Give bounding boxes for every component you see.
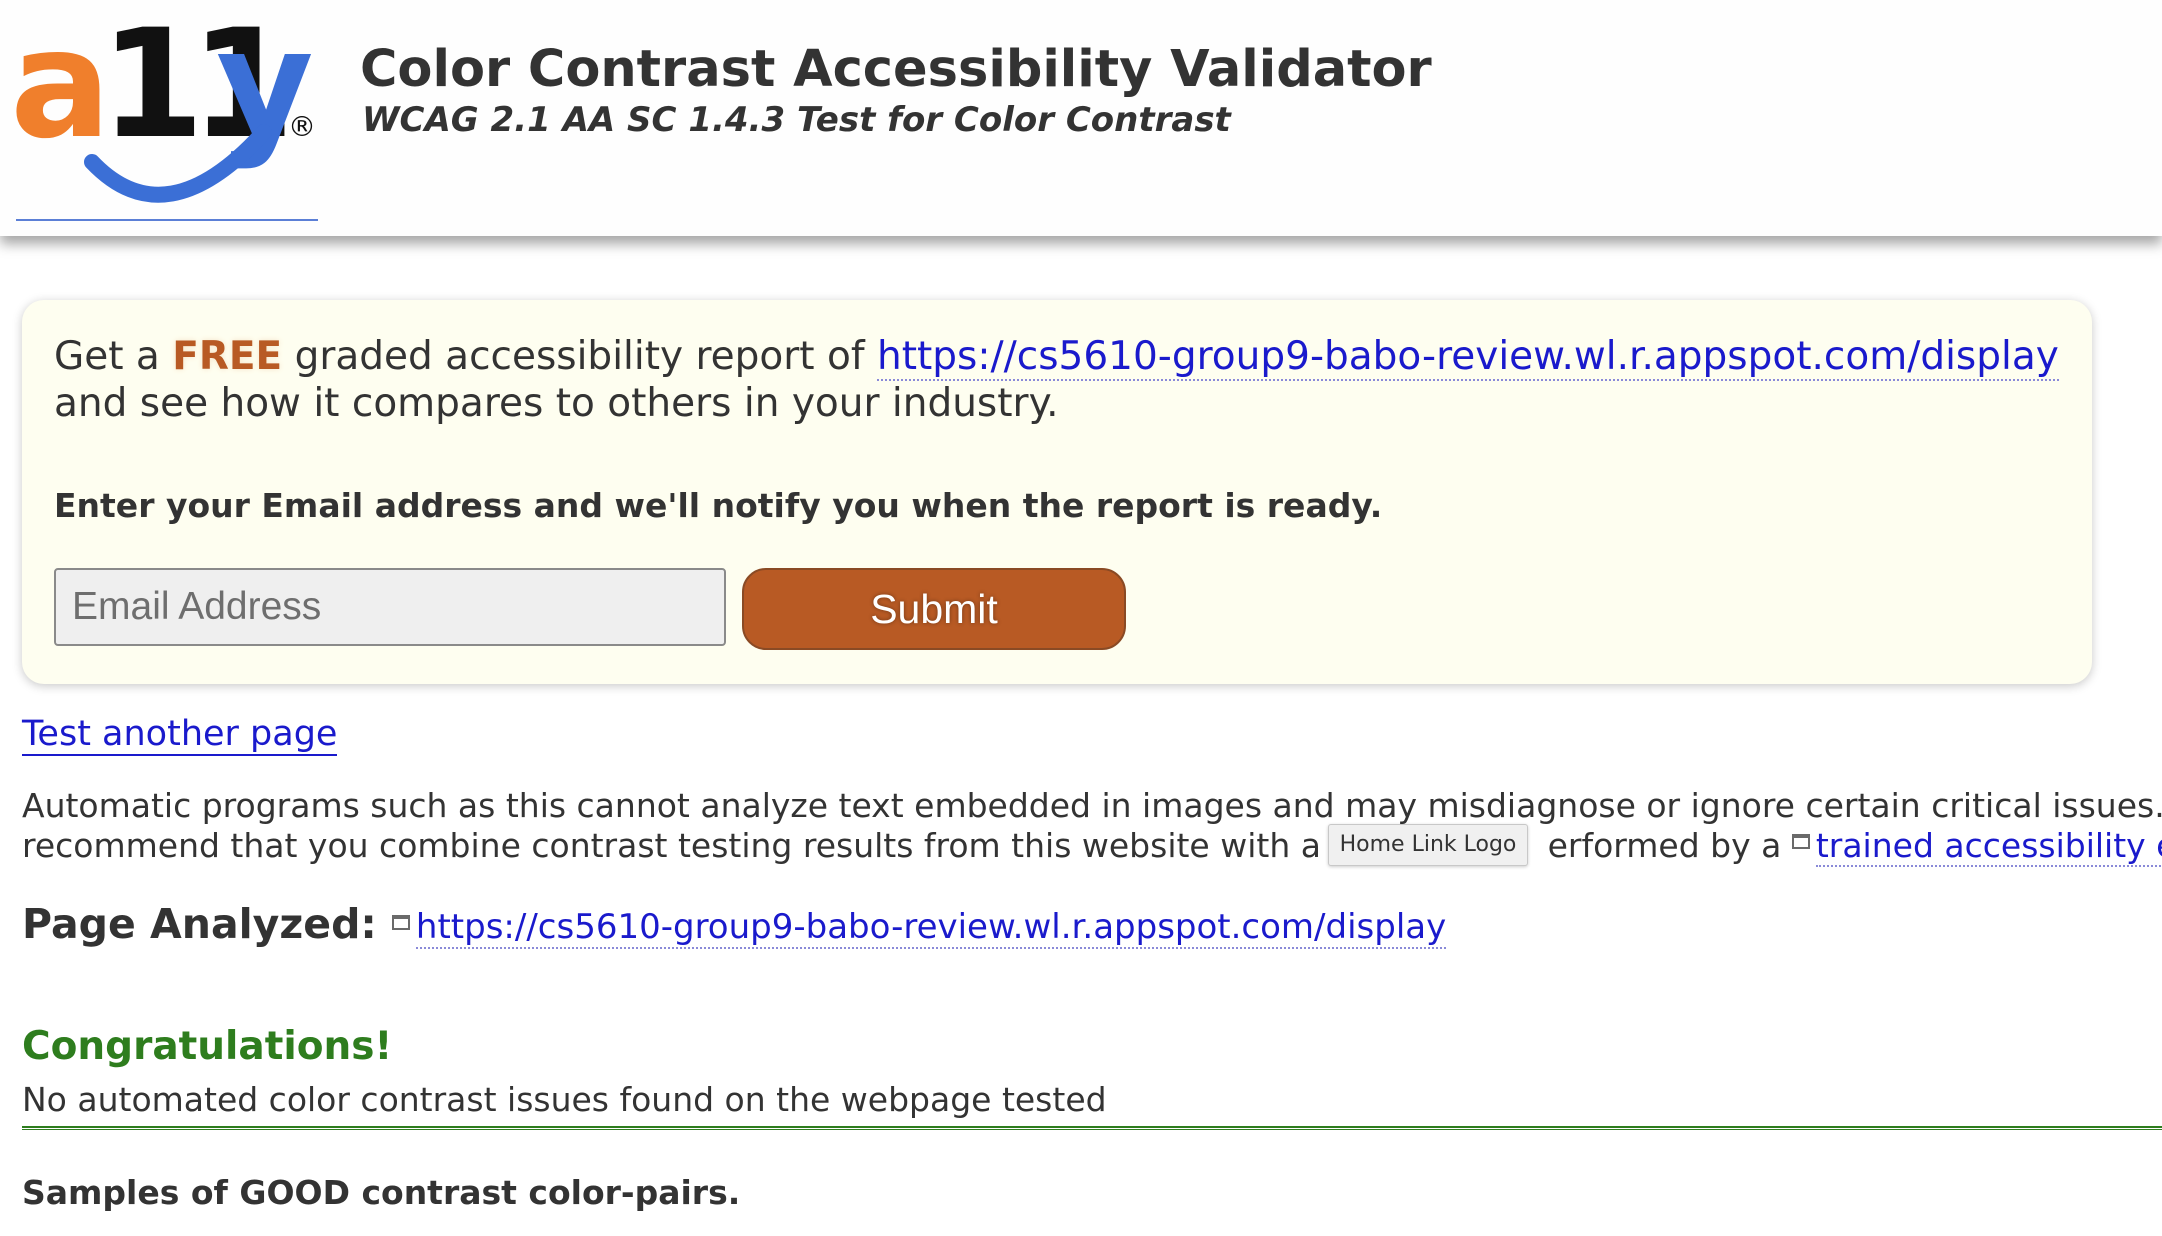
external-link-icon (1791, 834, 1810, 849)
page-subtitle: WCAG 2.1 AA SC 1.4.3 Test for Color Cont… (362, 100, 1231, 140)
trained-expert-link[interactable]: trained accessibility exp (1815, 826, 2162, 867)
svg-text:®: ® (288, 110, 316, 143)
disclaimer-text-mid: erformed by a (1547, 826, 1782, 865)
promo-get-a: Get a (54, 334, 160, 379)
notify-instructions: Enter your Email address and we'll notif… (54, 486, 1383, 525)
disclaimer-line-1: Automatic programs such as this cannot a… (22, 786, 2162, 825)
result-message: No automated color contrast issues found… (22, 1080, 1107, 1119)
promo-line-2: and see how it compares to others in you… (54, 381, 1059, 426)
home-link-logo[interactable]: a 11 y ® (10, 0, 318, 220)
samples-heading: Samples of GOOD contrast color-pairs. (22, 1173, 741, 1212)
free-badge: FREE (172, 334, 283, 379)
svg-text:a: a (16, 14, 111, 172)
a11y-logo-icon: a 11 y ® (10, 0, 316, 203)
svg-text:y: y (216, 14, 314, 172)
page-analyzed-label: Page Analyzed: (22, 900, 377, 948)
email-field[interactable] (54, 568, 726, 646)
disclaimer-line-2: recommend that you combine contrast test… (22, 826, 2162, 867)
promo-line: Get a FREE graded accessibility report o… (54, 333, 2059, 381)
report-url-link[interactable]: https://cs5610-group9-babo-review.wl.r.a… (876, 334, 2059, 381)
page-analyzed-row: Page Analyzed: https://cs5610-group9-bab… (22, 900, 1447, 949)
result-heading: Congratulations! (22, 1024, 393, 1069)
disclaimer-text-start: recommend that you combine contrast test… (22, 826, 1364, 865)
site-header: a 11 y ® Color Contrast Accessibility Va… (0, 0, 2162, 236)
external-link-icon (391, 915, 410, 930)
logo-link-underline (16, 219, 318, 221)
result-divider (22, 1126, 2162, 1130)
promo-graded-text: graded accessibility report of (294, 334, 865, 379)
page-title: Color Contrast Accessibility Validator (360, 40, 1432, 99)
analyzed-url-link[interactable]: https://cs5610-group9-babo-review.wl.r.a… (415, 907, 1447, 949)
free-report-panel: Get a FREE graded accessibility report o… (22, 300, 2092, 684)
test-another-page-link[interactable]: Test another page (22, 714, 338, 756)
submit-button[interactable]: Submit (742, 568, 1126, 650)
tooltip: Home Link Logo (1328, 824, 1528, 866)
